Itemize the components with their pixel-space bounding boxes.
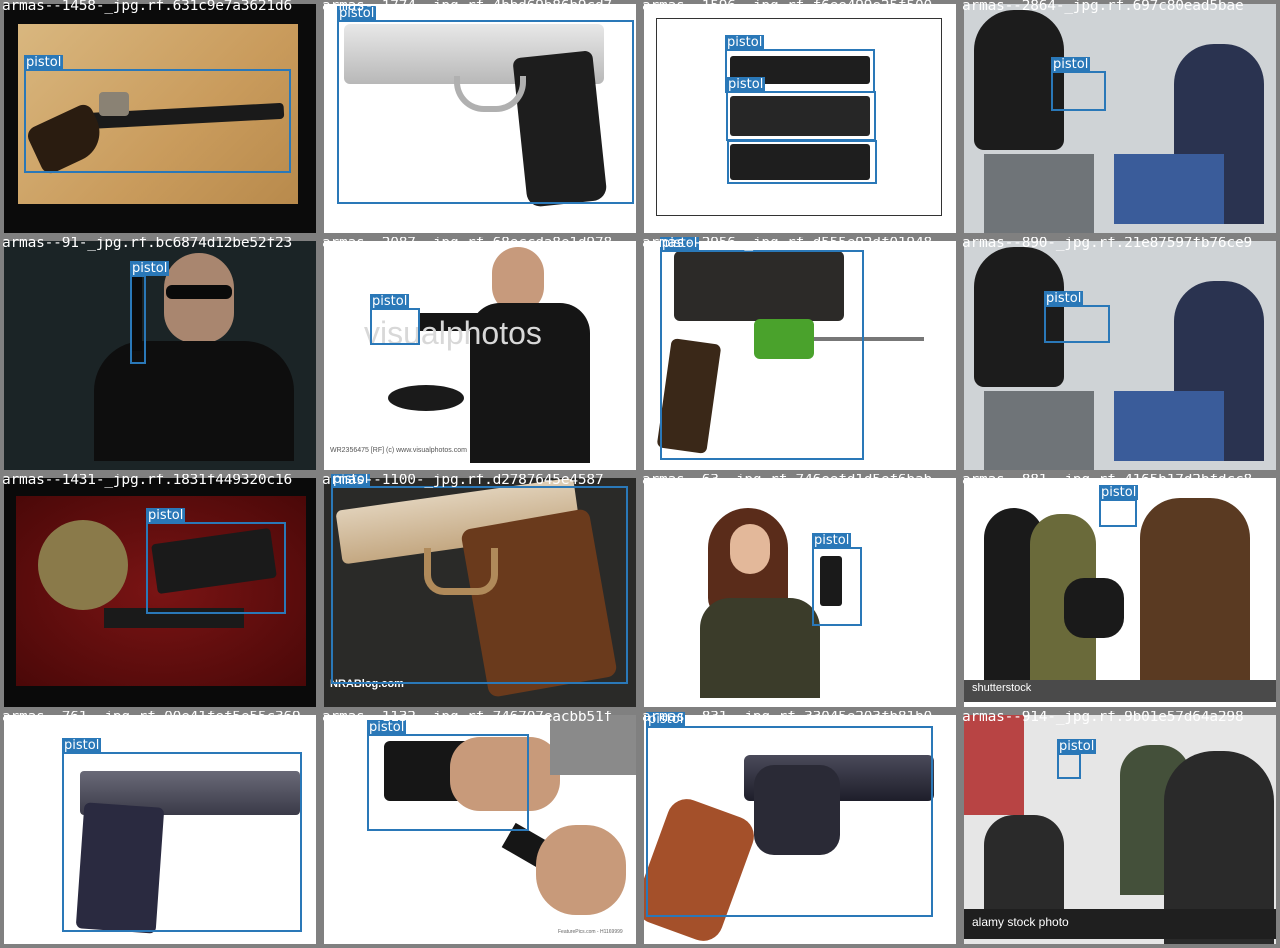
tile-image: [964, 241, 1276, 470]
tile-2: armas--1596-_jpg.rf.f6ee499e25f500 pisto…: [640, 0, 960, 237]
tile-filename: armas--831-_jpg.rf.33045e203fb81b0: [642, 711, 933, 725]
pistol-bbox: pistol: [367, 720, 529, 831]
tile-11: shutterstock armas--881-_jpg.rf.4165b17d…: [960, 474, 1280, 711]
tile-6: armas--2956-_jpg.rf.d555e92df01948 pisto…: [640, 237, 960, 474]
pistol-bbox: pistol: [660, 237, 864, 460]
tile-filename: armas--890-_jpg.rf.21e87597fb76ce9: [962, 237, 1253, 251]
tile-filename: armas--1596-_jpg.rf.f6ee499e25f500: [642, 0, 933, 14]
pistol-bbox: pistol: [1051, 57, 1106, 111]
bbox-label: pistol: [1051, 57, 1091, 72]
bbox-label: pistol: [370, 294, 410, 309]
bbox-label: pistol: [725, 35, 765, 50]
pistol-bbox: pistol: [812, 533, 862, 626]
bbox-label: pistol: [24, 55, 64, 70]
tile-filename: armas--1458-_jpg.rf.631c9e7a3621d6: [2, 0, 293, 14]
pistol-bbox: pistol: [331, 474, 628, 684]
pistol-bbox: pistol: [130, 261, 170, 364]
bbox-label: pistol: [62, 738, 102, 753]
tile-13: FeaturePics.com - H1169999 armas--1132-_…: [320, 711, 640, 948]
tile-filename: armas--2864-_jpg.rf.697c80ead5bae: [962, 0, 1244, 14]
pistol-bbox: pistol: [726, 77, 876, 141]
bbox-label: pistol: [726, 77, 766, 92]
bbox-label: pistol: [1044, 291, 1084, 306]
pistol-bbox: pistol: [370, 294, 420, 345]
tile-image: [644, 478, 956, 707]
tile-filename: armas--2087-_jpg.rf.68eccda8e1d978: [322, 237, 613, 251]
tile-5: visualphotos WR2356475 [RF] (c) www.visu…: [320, 237, 640, 474]
tile-filename: armas--1100-_jpg.rf.d2787645e4587: [322, 474, 604, 488]
tile-1: armas--1774-_jpg.rf.4bbd69b86b9cd7 pisto…: [320, 0, 640, 237]
tile-filename: armas--881-_jpg.rf.4165b17d2bfdcc8: [962, 474, 1253, 488]
watermark: alamy stock photo: [972, 915, 1069, 929]
pistol-bbox: pistol: [62, 738, 302, 932]
pistol-bbox: pistol: [24, 55, 291, 173]
pistol-bbox: pistol: [1099, 485, 1139, 527]
bbox-label: pistol: [130, 261, 170, 276]
tile-12: armas--761-_jpg.rf.00e41fef5e55c369 pist…: [0, 711, 320, 948]
tile-10: armas--63-_jpg.rf.746eefd1d5ef6bab pisto…: [640, 474, 960, 711]
pistol-bbox: pistol: [146, 508, 286, 614]
tile-15: alamy stock photo armas--914-_jpg.rf.9b0…: [960, 711, 1280, 948]
pistol-bbox: [727, 140, 877, 184]
tile-filename: armas--1774-_jpg.rf.4bbd69b86b9cd7: [322, 0, 613, 14]
tile-3: armas--2864-_jpg.rf.697c80ead5bae pistol: [960, 0, 1280, 237]
watermark-caption: WR2356475 [RF] (c) www.visualphotos.com: [330, 447, 467, 454]
tile-8: armas--1431-_jpg.rf.1831f449320c16 pisto…: [0, 474, 320, 711]
pistol-bbox: pistol: [1044, 291, 1110, 343]
tile-image: visualphotos WR2356475 [RF] (c) www.visu…: [324, 241, 636, 470]
detection-grid: armas--1458-_jpg.rf.631c9e7a3621d6 pisto…: [0, 0, 1280, 948]
tile-7: armas--890-_jpg.rf.21e87597fb76ce9 pisto…: [960, 237, 1280, 474]
pistol-bbox: pistol: [337, 6, 634, 204]
watermark: FeaturePics.com - H1169999: [558, 929, 623, 935]
bbox-label: pistol: [146, 508, 186, 523]
tile-9: NRABlog.com armas--1100-_jpg.rf.d2787645…: [320, 474, 640, 711]
tile-filename: armas--63-_jpg.rf.746eefd1d5ef6bab: [642, 474, 933, 488]
tile-filename: armas--1132-_jpg.rf.746707eacbb51f: [322, 711, 613, 725]
tile-filename: armas--2956-_jpg.rf.d555e92df01948: [642, 237, 933, 251]
tile-filename: armas--91-_jpg.rf.bc6874d12be52f23: [2, 237, 293, 251]
tile-filename: armas--1431-_jpg.rf.1831f449320c16: [2, 474, 293, 488]
tile-filename: armas--914-_jpg.rf.9b01e57d64a298: [962, 711, 1244, 725]
watermark: shutterstock: [972, 682, 1032, 694]
tile-4: armas--91-_jpg.rf.bc6874d12be52f23 pisto…: [0, 237, 320, 474]
pistol-bbox: pistol: [1057, 739, 1097, 779]
pistol-bbox: pistol: [646, 712, 933, 917]
tile-filename: armas--761-_jpg.rf.00e41fef5e55c369: [2, 711, 301, 725]
bbox-label: pistol: [812, 533, 852, 548]
tile-0: armas--1458-_jpg.rf.631c9e7a3621d6 pisto…: [0, 0, 320, 237]
tile-image: [964, 4, 1276, 233]
tile-image: alamy stock photo: [964, 715, 1276, 944]
bbox-label: pistol: [1057, 739, 1097, 754]
tile-14: armas--831-_jpg.rf.33045e203fb81b0 pisto…: [640, 711, 960, 948]
